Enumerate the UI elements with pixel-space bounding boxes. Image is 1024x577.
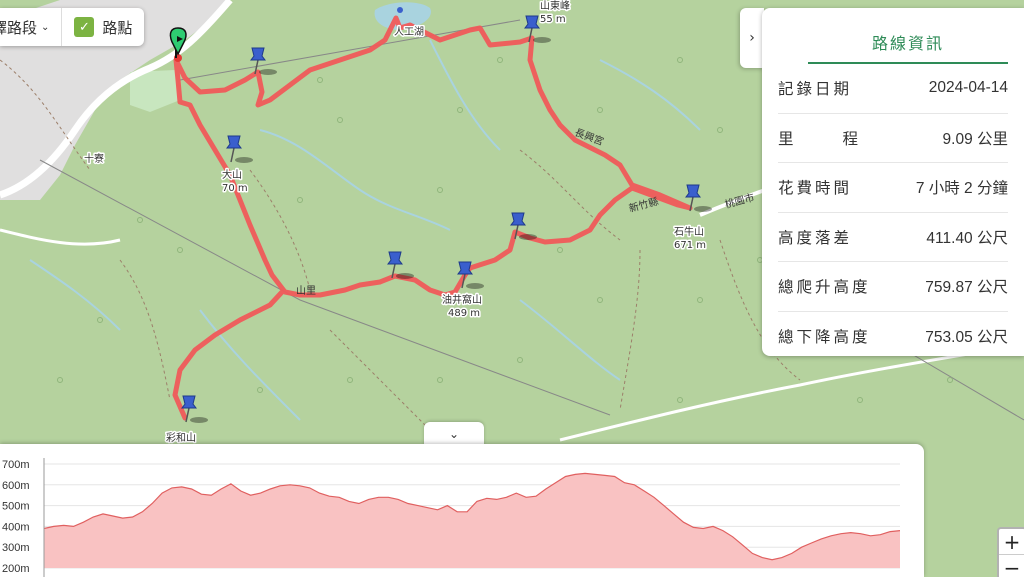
- info-row: 總爬升高度 759.87 公尺: [778, 262, 1008, 312]
- chevron-down-icon: ⌄: [41, 21, 50, 33]
- checkbox-checked-icon[interactable]: ✓: [74, 17, 95, 37]
- elevation-chart[interactable]: 700m 600m 500m 400m 300m 200m: [0, 444, 924, 577]
- zoom-out-button[interactable]: −: [999, 555, 1024, 577]
- info-row: 記錄日期 2024-04-14: [778, 64, 1008, 114]
- route-segment-select-label: 擇路段: [0, 18, 38, 37]
- chevron-right-icon: ›: [749, 30, 755, 46]
- peak-label-mid: 油井窩山: [442, 293, 482, 306]
- info-row-value: 7 小時 2 分鐘: [915, 180, 1008, 198]
- route-toolbar: 擇路段 ⌄ ✓ 路點: [0, 8, 145, 46]
- waypoint-toggle[interactable]: ✓ 路點: [62, 8, 144, 46]
- info-row-value: 2024-04-14: [928, 79, 1008, 97]
- route-info-panel: 路線資訊 記錄日期 2024-04-14 里程 9.09 公里花費時間 7 小時 2 分…: [762, 8, 1024, 356]
- y-tick-label: 400m: [2, 521, 30, 533]
- elevation-profile-panel: 700m 600m 500m 400m 300m 200m: [0, 444, 924, 577]
- elevation-expand-button[interactable]: ⌄: [424, 422, 484, 446]
- village-label: 十寮: [84, 152, 104, 165]
- reservoir-label: 人工湖: [394, 26, 424, 38]
- reservoir-anchor-icon: [397, 7, 403, 13]
- info-row-label: 總下降高度: [778, 328, 871, 347]
- info-row-label: 里程: [778, 129, 858, 148]
- waypoint-toggle-label: 路點: [102, 18, 133, 37]
- panel-title: 路線資訊: [808, 18, 1008, 64]
- peak-elev-left: 70 m: [222, 183, 248, 194]
- y-tick-label: 200m: [2, 563, 30, 575]
- y-tick-label: 300m: [2, 542, 30, 554]
- info-row-label: 記錄日期: [778, 80, 853, 99]
- info-row-label: 花費時間: [778, 179, 853, 198]
- y-tick-label: 700m: [2, 459, 30, 471]
- peak-label-top: 山東峰: [540, 0, 570, 12]
- info-row-label: 總爬升高度: [778, 278, 871, 297]
- peak-elev-right: 671 m: [674, 240, 706, 251]
- info-row: 高度落差 411.40 公尺: [778, 213, 1008, 262]
- y-tick-label: 500m: [2, 501, 30, 513]
- info-row-value: 411.40 公尺: [926, 229, 1008, 247]
- peak-elev-mid: 489 m: [448, 308, 480, 319]
- zoom-control: + −: [997, 527, 1024, 577]
- zoom-in-button[interactable]: +: [999, 529, 1024, 555]
- chevron-down-icon: ⌄: [448, 427, 460, 441]
- route-segment-select[interactable]: 擇路段 ⌄: [0, 8, 63, 46]
- info-row: 里程 9.09 公里: [778, 114, 1008, 163]
- trail-label-mid: 山里: [296, 285, 316, 297]
- panel-collapse-button[interactable]: ›: [740, 8, 764, 68]
- info-row-label: 高度落差: [778, 228, 853, 247]
- peak-label-right: 石牛山: [674, 225, 704, 238]
- info-row-value: 753.05 公尺: [925, 329, 1008, 347]
- info-row: 花費時間 7 小時 2 分鐘: [778, 163, 1008, 213]
- info-row-value: 759.87 公尺: [925, 279, 1008, 297]
- peak-elev-top: 55 m: [540, 14, 566, 25]
- y-tick-label: 600m: [2, 480, 30, 492]
- peak-label-left: 大山: [222, 168, 242, 181]
- info-row-value: 9.09 公里: [942, 130, 1008, 148]
- peak-label-bottom: 彩和山: [166, 432, 196, 444]
- info-row: 總下降高度 753.05 公尺: [778, 312, 1008, 362]
